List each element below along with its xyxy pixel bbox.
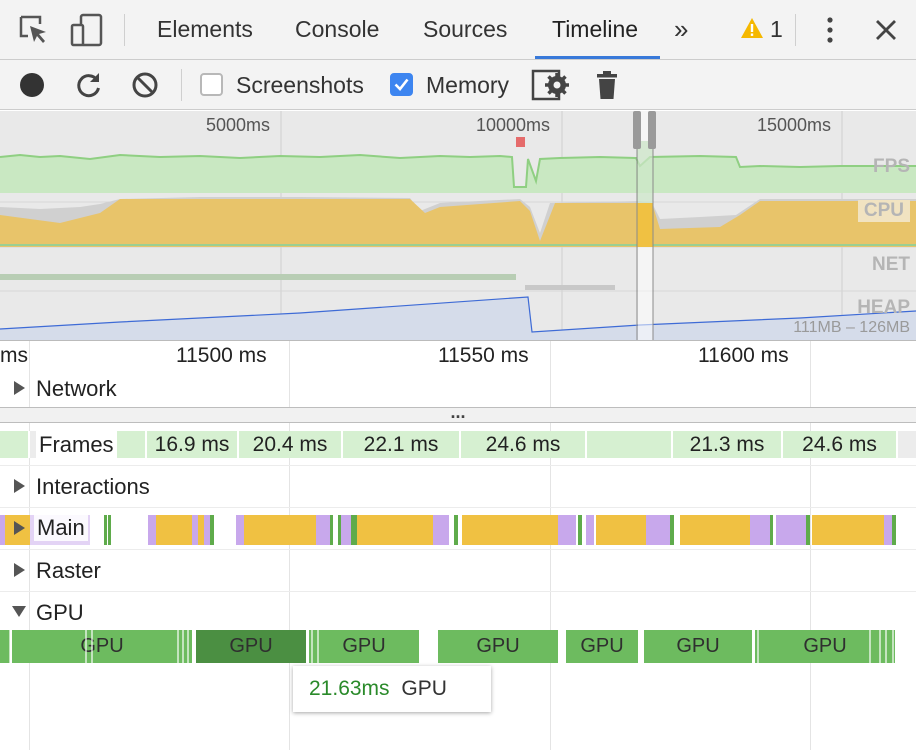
active-tab-indicator: [535, 56, 660, 59]
kebab-menu-icon[interactable]: [822, 16, 838, 46]
cpu-row-label: CPU: [857, 200, 910, 222]
reload-icon[interactable]: [75, 71, 103, 99]
frame-block[interactable]: 16.9 ms: [147, 431, 239, 458]
tab-sources[interactable]: Sources: [423, 0, 507, 59]
network-track-label[interactable]: Network: [36, 376, 117, 402]
main-thread-flame-chart[interactable]: [0, 513, 916, 547]
row-divider: [0, 507, 916, 508]
ruler-label: 11500 ms: [176, 344, 267, 367]
ruler-label: ms: [0, 344, 28, 367]
overview-tick-label: 10000ms: [476, 115, 551, 135]
device-toolbar-icon[interactable]: [70, 13, 104, 47]
row-divider: [0, 591, 916, 592]
toolbar-divider: [795, 14, 796, 46]
tooltip-duration: 21.63ms: [309, 677, 390, 700]
split-resize-handle[interactable]: ...: [0, 403, 916, 423]
ruler-label: 11600 ms: [698, 344, 789, 367]
timeline-overview[interactable]: 5000ms 10000ms 15000ms FPS CPU NET HEAP …: [0, 111, 916, 341]
cpu-scripting-graph: [0, 199, 916, 247]
row-divider: [0, 549, 916, 550]
collapse-gpu-icon[interactable]: [12, 606, 26, 617]
selection-right-handle[interactable]: [648, 111, 656, 149]
checkmark-icon: [394, 78, 409, 91]
devtools-tab-bar: Elements Console Sources Timeline » 1: [0, 0, 916, 60]
toolbar-divider: [181, 69, 182, 101]
frame-block[interactable]: 24.6 ms: [783, 431, 898, 458]
overview-graph: [0, 111, 916, 340]
heap-range: 111MB – 126MB: [793, 319, 910, 336]
expand-network-icon[interactable]: [14, 381, 25, 395]
net-row-label: NET: [872, 254, 910, 275]
clear-icon[interactable]: [131, 71, 159, 99]
expand-raster-icon[interactable]: [14, 563, 25, 577]
frame-block[interactable]: [587, 431, 673, 458]
more-tabs-button[interactable]: »: [674, 0, 688, 59]
interactions-track-label[interactable]: Interactions: [36, 474, 150, 500]
timeline-toolbar: Screenshots Memory: [0, 60, 916, 110]
frame-block[interactable]: 20.4 ms: [239, 431, 343, 458]
toolbar-divider: [124, 14, 125, 46]
frame-block[interactable]: [117, 431, 147, 458]
trash-icon[interactable]: [596, 70, 618, 100]
gpu-task-separators: [9, 630, 894, 663]
expand-interactions-icon[interactable]: [14, 479, 25, 493]
heap-row-label: HEAP: [857, 297, 910, 318]
fps-graph: [0, 155, 916, 193]
selection-left-handle[interactable]: [633, 111, 641, 149]
ruler-label: 11550 ms: [438, 344, 529, 367]
tab-elements[interactable]: Elements: [157, 0, 253, 59]
raster-track-label[interactable]: Raster: [36, 558, 101, 584]
warning-icon[interactable]: [740, 17, 764, 39]
memory-checkbox[interactable]: [390, 73, 413, 96]
tab-timeline[interactable]: Timeline: [552, 0, 638, 59]
warning-count[interactable]: 1: [770, 0, 783, 59]
row-divider: [0, 465, 916, 466]
fps-row-label: FPS: [873, 156, 910, 177]
overview-tick-label: 5000ms: [206, 115, 271, 135]
screenshots-label[interactable]: Screenshots: [236, 60, 364, 110]
memory-label[interactable]: Memory: [426, 60, 509, 110]
gpu-track-label[interactable]: GPU: [36, 600, 84, 626]
tooltip-name: GPU: [401, 677, 447, 700]
record-button[interactable]: [20, 73, 44, 97]
frame-block[interactable]: 21.3 ms: [673, 431, 783, 458]
screenshots-checkbox[interactable]: [200, 73, 223, 96]
overview-tick-label: 15000ms: [757, 115, 832, 135]
gpu-task-tooltip: 21.63ms GPU: [293, 666, 491, 712]
frame-block[interactable]: 24.6 ms: [461, 431, 587, 458]
tab-console[interactable]: Console: [295, 0, 379, 59]
frame-block[interactable]: 22.1 ms: [343, 431, 461, 458]
frames-track-label[interactable]: Frames: [36, 431, 117, 458]
frame-block[interactable]: [0, 431, 30, 458]
capture-settings-icon[interactable]: [531, 68, 571, 102]
inspect-element-icon[interactable]: [18, 14, 50, 46]
close-icon[interactable]: [874, 18, 898, 42]
main-track-label[interactable]: Main: [34, 515, 88, 541]
expand-main-icon[interactable]: [14, 521, 25, 535]
